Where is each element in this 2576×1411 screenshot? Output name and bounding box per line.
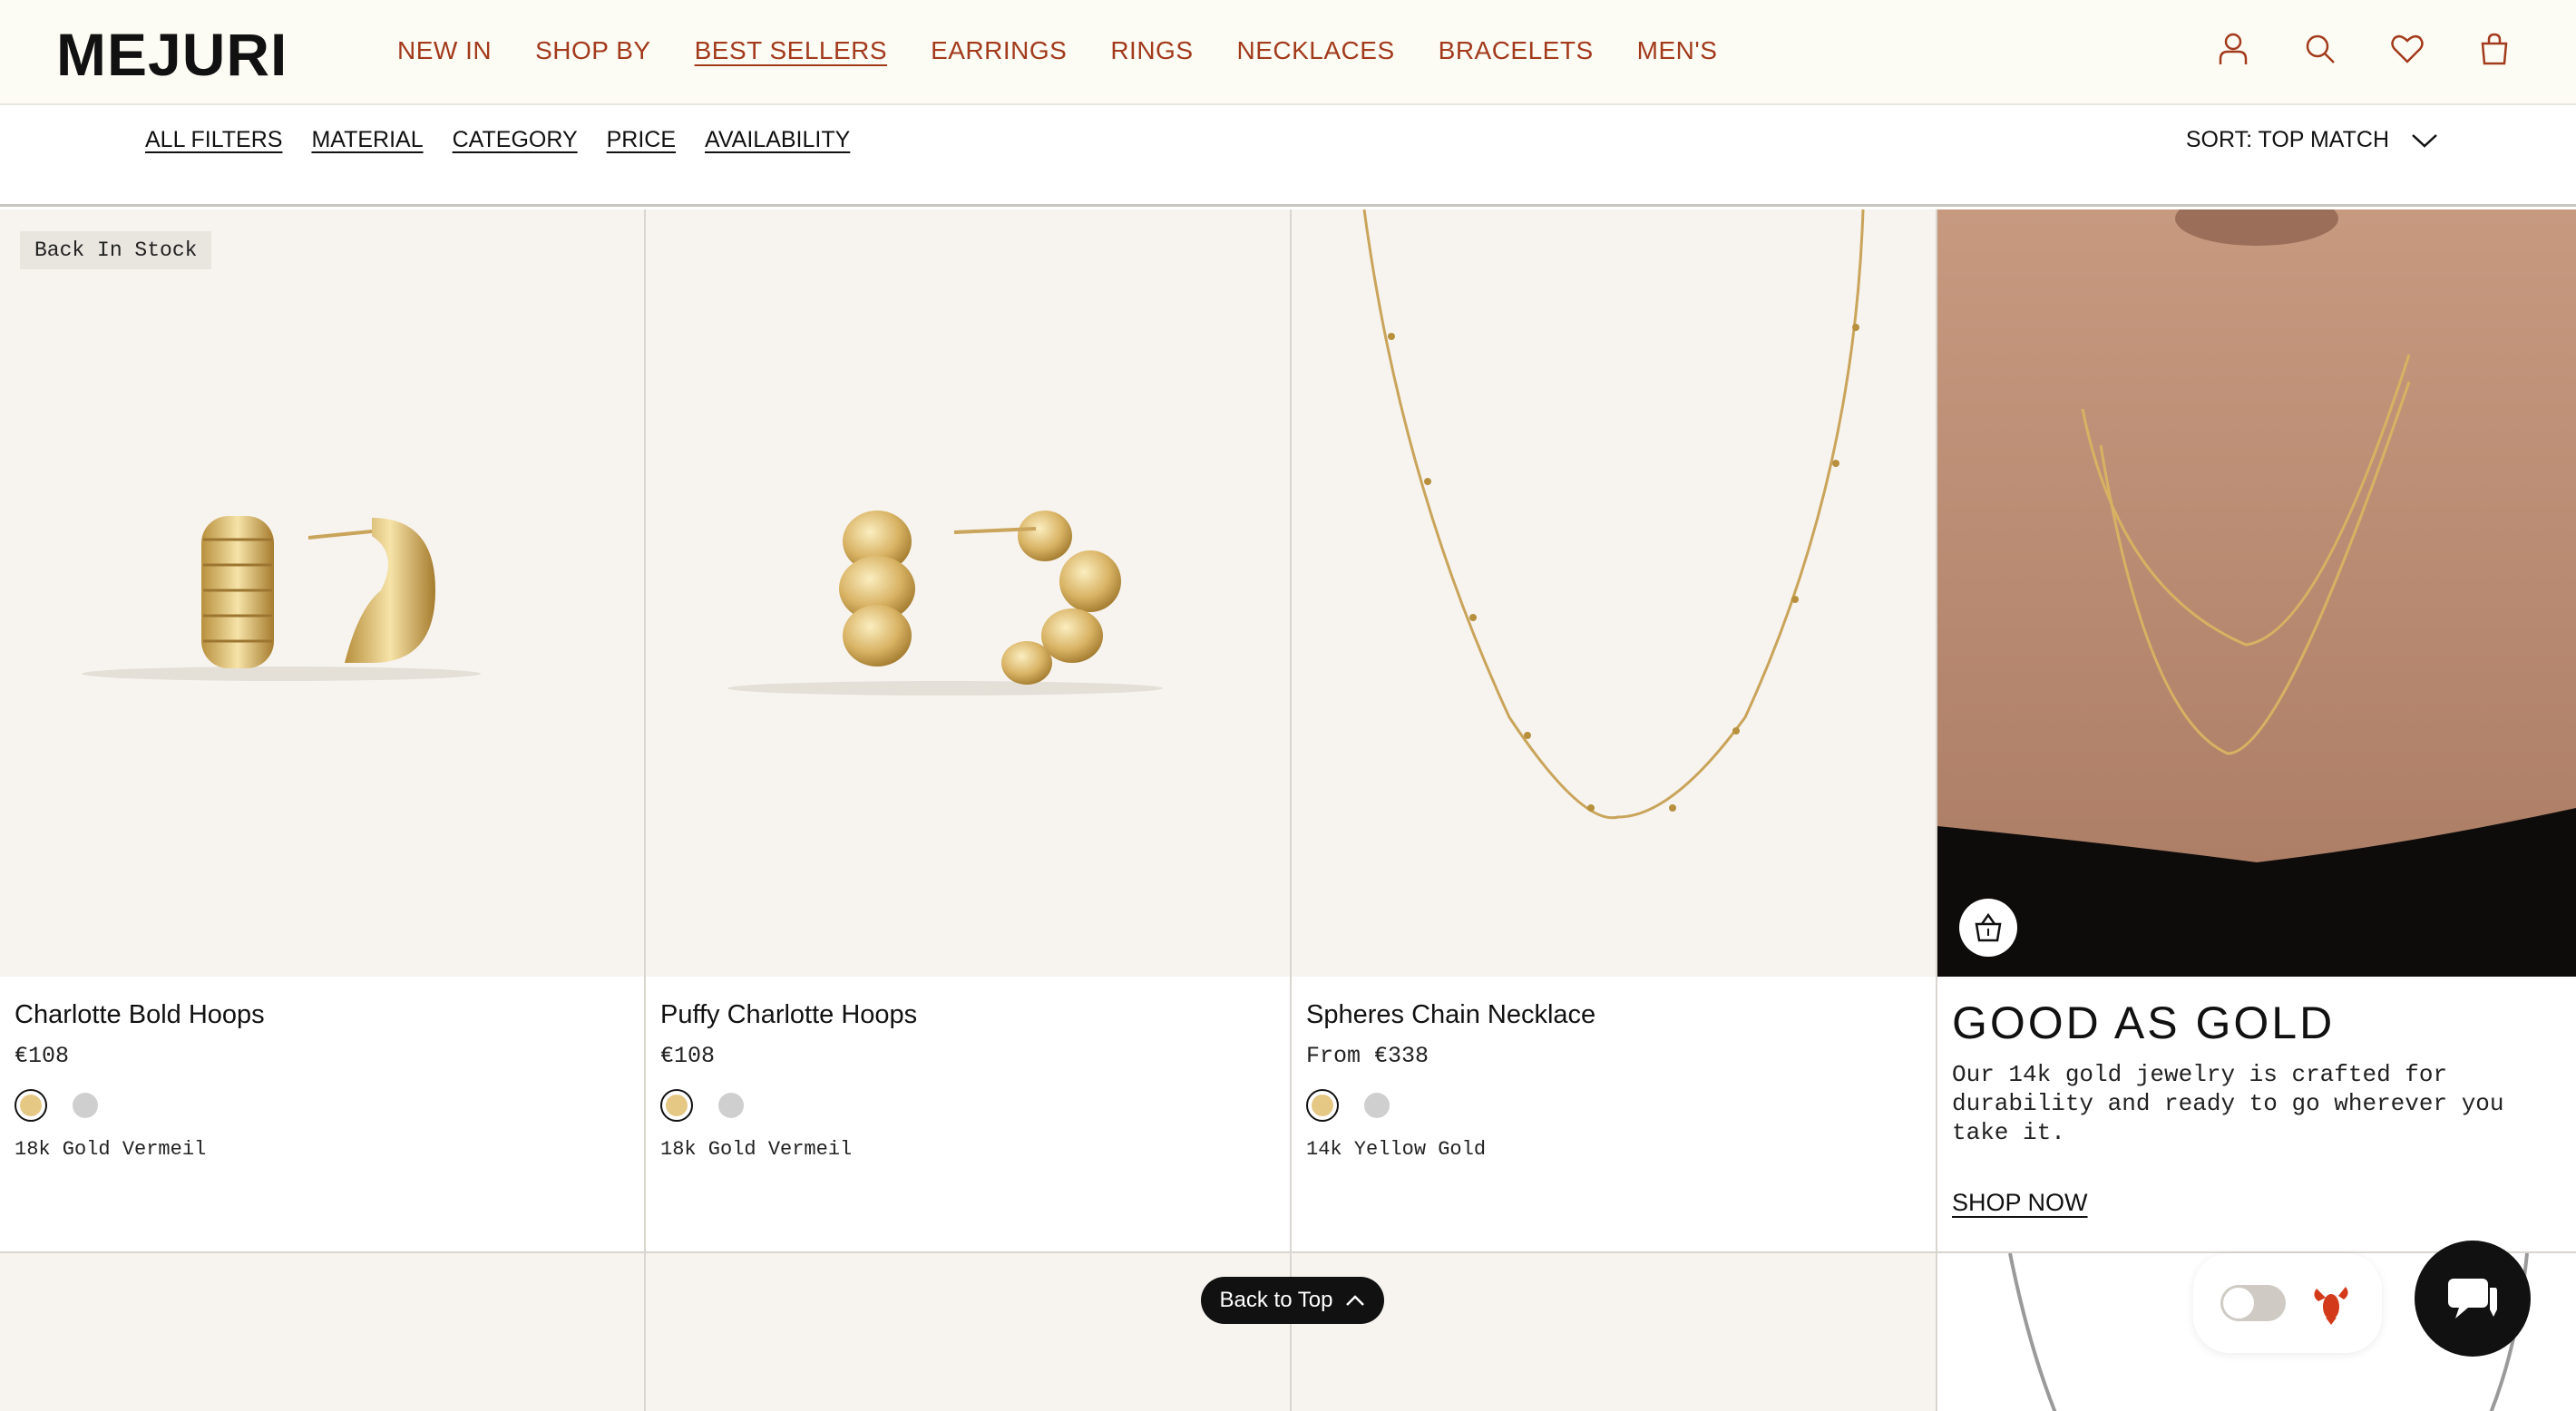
site-header: MEJURI NEW IN SHOP BY BEST SELLERS EARRI… [0, 0, 2576, 105]
logo[interactable]: MEJURI [56, 20, 288, 89]
product-image[interactable] [646, 209, 1290, 977]
accessibility-widget [2193, 1253, 2382, 1353]
product-card[interactable] [1292, 1253, 1937, 1411]
promo-title: GOOD AS GOLD [1952, 997, 2336, 1048]
lobster-icon[interactable] [2308, 1280, 2355, 1327]
promo-image[interactable] [1937, 209, 2576, 977]
nav-new-in[interactable]: NEW IN [397, 36, 492, 65]
color-swatches [660, 1089, 917, 1122]
sort-label: SORT: TOP MATCH [2185, 127, 2389, 152]
puffy-hoops-image [727, 511, 1163, 696]
quick-shop-button[interactable] [1959, 899, 2017, 957]
hoop-earrings-image [82, 516, 481, 681]
filter-links: ALL FILTERS MATERIAL CATEGORY PRICE AVAI… [145, 127, 850, 153]
basket-icon [1975, 912, 2002, 942]
gold-swatch[interactable] [660, 1089, 693, 1122]
gold-swatch[interactable] [15, 1089, 47, 1122]
product-price: From €338 [1306, 1043, 1429, 1069]
header-icons [2215, 31, 2513, 67]
product-info: Charlotte Bold Hoops €108 18k Gold Verme… [15, 1000, 265, 1161]
chevron-up-icon [1346, 1295, 1365, 1306]
color-swatches [15, 1089, 265, 1122]
product-material: 14k Yellow Gold [1306, 1138, 1487, 1161]
toggle-switch[interactable] [2220, 1285, 2286, 1321]
chat-icon [2448, 1279, 2497, 1319]
nav-mens[interactable]: MEN'S [1637, 36, 1718, 65]
product-grid-row-2 [0, 1251, 2576, 1411]
bag-icon[interactable] [2476, 31, 2513, 67]
filter-material[interactable]: MATERIAL [311, 127, 423, 153]
stock-badge: Back In Stock [20, 231, 212, 269]
product-material: 18k Gold Vermeil [15, 1138, 207, 1161]
product-info: Spheres Chain Necklace From €338 14k Yel… [1306, 1000, 1595, 1161]
heart-icon[interactable] [2389, 31, 2425, 67]
filter-all[interactable]: ALL FILTERS [145, 127, 282, 153]
promo-card[interactable]: GOOD AS GOLD Our 14k gold jewelry is cra… [1937, 209, 2576, 1251]
back-to-top-label: Back to Top [1219, 1288, 1333, 1312]
search-icon[interactable] [2302, 31, 2338, 67]
back-to-top-button[interactable]: Back to Top [1201, 1277, 1384, 1324]
product-info: Puffy Charlotte Hoops €108 18k Gold Verm… [660, 1000, 917, 1161]
silver-swatch[interactable] [718, 1093, 744, 1118]
product-card[interactable] [646, 1253, 1292, 1411]
filter-price[interactable]: PRICE [607, 127, 676, 153]
product-card[interactable] [0, 1253, 646, 1411]
user-icon[interactable] [2215, 31, 2251, 67]
product-price: €108 [660, 1043, 716, 1069]
chevron-down-icon [2412, 133, 2437, 148]
filter-category[interactable]: CATEGORY [453, 127, 578, 153]
product-price: €108 [15, 1043, 70, 1069]
filter-bar: ALL FILTERS MATERIAL CATEGORY PRICE AVAI… [0, 107, 2576, 207]
promo-info: GOOD AS GOLD Our 14k gold jewelry is cra… [1952, 997, 2551, 1217]
silver-swatch[interactable] [1364, 1093, 1390, 1118]
product-name[interactable]: Puffy Charlotte Hoops [660, 1000, 917, 1030]
product-image[interactable]: Back In Stock [0, 209, 644, 977]
chain-necklace-image [1362, 209, 1865, 820]
shop-now-link[interactable]: SHOP NOW [1952, 1189, 2551, 1217]
product-card[interactable]: Puffy Charlotte Hoops €108 18k Gold Verm… [646, 209, 1292, 1251]
silver-swatch[interactable] [73, 1093, 98, 1118]
nav-bracelets[interactable]: BRACELETS [1439, 36, 1594, 65]
product-name[interactable]: Charlotte Bold Hoops [15, 1000, 265, 1030]
gold-swatch[interactable] [1306, 1089, 1339, 1122]
nav-necklaces[interactable]: NECKLACES [1237, 36, 1395, 65]
product-card[interactable]: Back In Stock Charlotte Bold Hoops €108 [0, 209, 646, 1251]
main-nav: NEW IN SHOP BY BEST SELLERS EARRINGS RIN… [397, 36, 1717, 65]
nav-rings[interactable]: RINGS [1110, 36, 1193, 65]
model-wearing-necklace-image [1937, 209, 2576, 977]
color-swatches [1306, 1089, 1595, 1122]
product-name[interactable]: Spheres Chain Necklace [1306, 1000, 1595, 1030]
nav-shop-by[interactable]: SHOP BY [535, 36, 650, 65]
nav-earrings[interactable]: EARRINGS [931, 36, 1067, 65]
sort-dropdown[interactable]: SORT: TOP MATCH [2186, 127, 2438, 153]
filter-availability[interactable]: AVAILABILITY [705, 127, 850, 153]
product-image[interactable] [1292, 209, 1936, 977]
promo-text: Our 14k gold jewelry is crafted for dura… [1952, 1061, 2504, 1146]
chat-button[interactable] [2415, 1241, 2531, 1357]
product-card[interactable]: Spheres Chain Necklace From €338 14k Yel… [1292, 209, 1937, 1251]
nav-best-sellers[interactable]: BEST SELLERS [695, 36, 887, 65]
product-material: 18k Gold Vermeil [660, 1138, 853, 1161]
